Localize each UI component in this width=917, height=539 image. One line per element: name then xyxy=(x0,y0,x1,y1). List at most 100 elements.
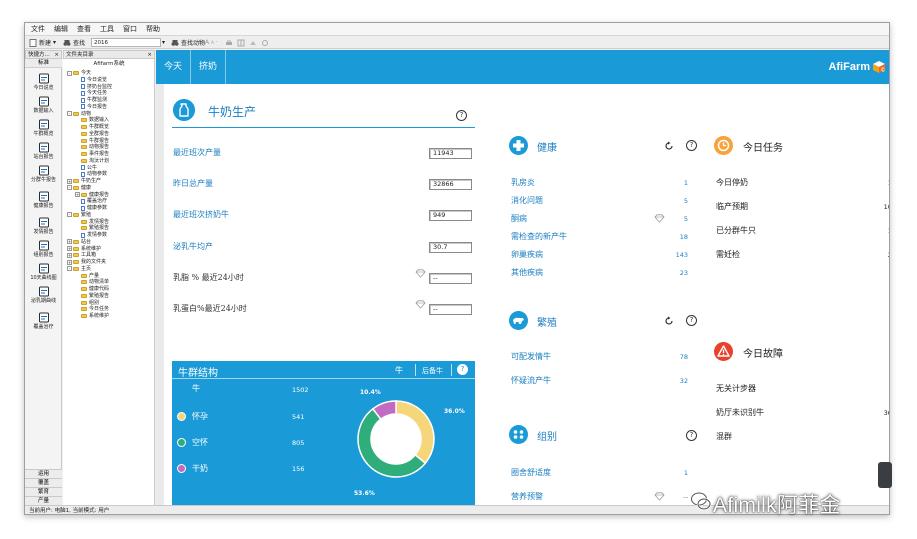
tree-node[interactable]: 今日报告 xyxy=(81,104,107,110)
faults-item-label[interactable]: 奶厅未识别牛 xyxy=(716,407,764,418)
tree-node[interactable]: + 我的文件夹 xyxy=(67,259,106,265)
tree-node[interactable]: 事件报告 xyxy=(81,151,109,157)
close-icon[interactable]: × xyxy=(54,51,59,59)
print-icon[interactable] xyxy=(225,38,233,47)
tree-node[interactable]: 数据输入 xyxy=(81,117,109,123)
quick-item-health[interactable]: 健康报告 xyxy=(25,191,62,209)
tasks-item-label[interactable]: 临产预期 xyxy=(716,201,748,212)
year-input[interactable]: 2016 xyxy=(91,38,161,47)
tree-node[interactable]: 繁殖报告 xyxy=(81,225,109,231)
export-icon[interactable] xyxy=(249,38,257,47)
tree-node[interactable]: - 动物 xyxy=(67,111,91,117)
collapse-icon[interactable]: - xyxy=(67,212,72,218)
tree-node[interactable]: 动物报告 xyxy=(81,144,109,150)
tree-node[interactable]: 牛群概览 xyxy=(81,124,109,130)
tab-milking[interactable]: 挤奶 xyxy=(191,50,225,84)
group-item-label[interactable]: 营养预警 xyxy=(511,491,543,502)
herd-help-button[interactable]: ? xyxy=(457,364,468,375)
group-item-label[interactable]: 圈舍舒适度 xyxy=(511,467,551,478)
tree-node[interactable]: 动物清单 xyxy=(81,279,109,285)
tree-node[interactable]: 发情报告 xyxy=(81,219,109,225)
quick-item-chart-10day[interactable]: 10天曲线图 xyxy=(25,263,62,281)
menu-view[interactable]: 查看 xyxy=(77,24,91,34)
grid-icon[interactable] xyxy=(237,38,245,47)
quick-item-calendar[interactable]: 今日说览 xyxy=(25,73,62,91)
quick-item-group[interactable]: 组别报告 xyxy=(25,240,62,258)
tree-node[interactable]: - 主页 xyxy=(67,266,91,272)
bottom-tab[interactable]: 繁育 xyxy=(25,487,62,496)
health-item-label[interactable]: 其他疾病 xyxy=(511,267,543,278)
tree-node[interactable]: 动物参数 xyxy=(81,171,107,177)
tab-cows[interactable]: 牛 xyxy=(395,365,403,376)
collapse-icon[interactable]: - xyxy=(67,185,72,191)
tree-node[interactable]: 系统维护 xyxy=(81,313,109,319)
expand-icon[interactable]: + xyxy=(67,252,72,258)
quick-item-group-report[interactable]: 分群牛报告 xyxy=(25,165,62,183)
health-item-label[interactable]: 乳房炎 xyxy=(511,177,535,188)
refresh-icon[interactable] xyxy=(664,316,674,326)
tree-node[interactable]: 产量 xyxy=(81,273,99,279)
tree-node[interactable]: - 今天 xyxy=(67,70,91,76)
tree-node[interactable]: - 健康 xyxy=(67,185,91,191)
health-item-label[interactable]: 酮病 xyxy=(511,213,527,224)
health-item-label[interactable]: 消化问题 xyxy=(511,195,543,206)
menu-help[interactable]: 帮助 xyxy=(146,24,160,34)
tree-node[interactable]: 牛群报告 xyxy=(81,138,109,144)
health-help-button[interactable]: ? xyxy=(686,140,697,151)
collapse-icon[interactable]: - xyxy=(67,70,72,76)
tree-node[interactable]: 健康代码 xyxy=(81,286,109,292)
bottom-tab[interactable]: 产量 xyxy=(25,496,62,505)
tab-today[interactable]: 今天 xyxy=(156,50,190,84)
expand-icon[interactable]: + xyxy=(67,239,72,245)
tasks-item-label[interactable]: 已分群牛只 xyxy=(716,225,756,236)
repro-item-label[interactable]: 怀疑流产牛 xyxy=(511,375,551,386)
quick-item-heat[interactable]: 发情报告 xyxy=(25,217,62,235)
health-item-label[interactable]: 卵巢疾病 xyxy=(511,249,543,260)
expand-icon[interactable]: + xyxy=(75,192,80,197)
tree-node[interactable]: + 系统维护 xyxy=(67,246,101,252)
health-item-label[interactable]: 需检查的新产牛 xyxy=(511,231,567,242)
expand-icon[interactable]: + xyxy=(67,259,72,265)
tree-node[interactable]: 覆盖治疗 xyxy=(81,198,107,204)
menu-file[interactable]: 文件 xyxy=(31,24,45,34)
year-dropdown-arrow[interactable]: ▾ xyxy=(162,38,165,47)
tree-node[interactable]: 公牛 xyxy=(81,165,97,171)
milk-help-button[interactable]: ? xyxy=(456,110,467,121)
font-size-buttons[interactable]: A A · xyxy=(205,38,218,47)
tasks-item-label[interactable]: 今日停奶 xyxy=(716,177,748,188)
bottom-tab[interactable]: 覆盖 xyxy=(25,478,62,487)
group-help-button[interactable]: ? xyxy=(686,430,697,441)
collapse-icon[interactable]: - xyxy=(67,111,72,116)
quick-item-treatment[interactable]: 覆盖治疗 xyxy=(25,312,62,330)
tree-node[interactable]: 牛群监测 xyxy=(81,97,107,103)
find-button[interactable]: 查找 xyxy=(63,38,85,47)
tree-node[interactable]: 全群报告 xyxy=(81,131,109,137)
tasks-item-label[interactable]: 需妊检 xyxy=(716,249,740,260)
tree-node[interactable]: 发情参数 xyxy=(81,232,107,238)
expand-icon[interactable]: + xyxy=(67,178,72,184)
settings-icon[interactable] xyxy=(261,38,269,47)
tree-node[interactable]: + 工具箱 xyxy=(67,252,96,258)
repro-item-label[interactable]: 可配发情牛 xyxy=(511,351,551,362)
quick-item-herd[interactable]: 牛群概览 xyxy=(25,119,62,137)
tree-node[interactable]: + 健康报告 xyxy=(75,192,109,198)
standard-tab[interactable]: 标准 xyxy=(25,59,62,68)
scroll-handle[interactable] xyxy=(878,462,892,488)
close-icon[interactable]: × xyxy=(147,51,152,59)
tree-node[interactable]: 今日任务 xyxy=(81,306,109,312)
repro-help-button[interactable]: ? xyxy=(686,315,697,326)
quick-item-lactation-curve[interactable]: 泌乳期曲线 xyxy=(25,286,62,304)
collapse-icon[interactable]: - xyxy=(67,266,72,272)
menu-edit[interactable]: 编辑 xyxy=(54,24,68,34)
tab-heifers[interactable]: 后备牛 xyxy=(422,366,443,376)
tree-node[interactable]: 挤奶台监控 xyxy=(81,84,112,90)
tree-node[interactable]: 组别 xyxy=(81,300,99,306)
new-button[interactable]: 新建 ▾ xyxy=(29,38,56,47)
tree-node[interactable]: 今日说览 xyxy=(81,77,107,83)
tree-node[interactable]: 健康参数 xyxy=(81,205,107,211)
bottom-tab[interactable]: 运用 xyxy=(25,469,62,478)
menu-window[interactable]: 窗口 xyxy=(123,24,137,34)
menu-tools[interactable]: 工具 xyxy=(100,24,114,34)
tree-node[interactable]: + 牛奶生产 xyxy=(67,178,101,184)
expand-icon[interactable]: + xyxy=(67,246,72,251)
